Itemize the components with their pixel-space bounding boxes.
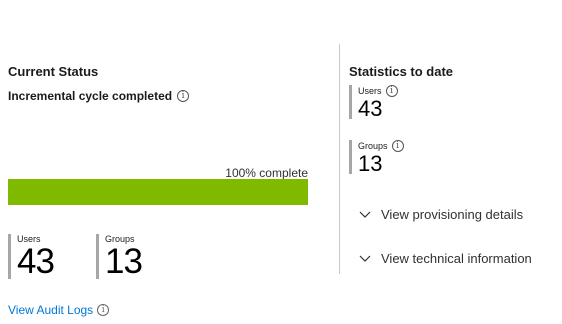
- info-icon[interactable]: i: [97, 304, 110, 316]
- stat-users-total-value: 43: [358, 96, 383, 121]
- view-technical-information-label[interactable]: View technical information: [381, 251, 532, 266]
- stat-groups: Groups 13: [96, 234, 143, 281]
- stat-groups-value: 13: [105, 242, 143, 281]
- info-icon[interactable]: i: [391, 140, 404, 152]
- cycle-status-label: Incremental cycle completed: [8, 89, 173, 103]
- stat-users: Users 43: [8, 234, 55, 281]
- section-divider: [339, 44, 340, 274]
- cycle-status: Incremental cycle completed i: [8, 89, 190, 103]
- view-technical-information-expander[interactable]: View technical information: [359, 251, 532, 266]
- current-status-title: Current Status: [8, 64, 99, 79]
- view-audit-logs-label[interactable]: View Audit Logs: [8, 303, 93, 317]
- progress-bar-fill: [8, 179, 308, 205]
- info-icon[interactable]: i: [177, 90, 190, 102]
- progress-label: 100% complete: [225, 166, 308, 180]
- stat-users-value: 43: [17, 242, 55, 281]
- view-audit-logs-link[interactable]: View Audit Logs i: [8, 303, 110, 317]
- stat-groups-total: Groups i 13: [349, 140, 404, 176]
- statistics-title: Statistics to date: [349, 64, 454, 79]
- view-provisioning-details-label[interactable]: View provisioning details: [381, 207, 523, 222]
- stat-groups-total-label: Groups: [358, 140, 388, 151]
- stat-users-total-label: Users: [358, 85, 382, 96]
- view-provisioning-details-expander[interactable]: View provisioning details: [359, 207, 523, 222]
- info-icon[interactable]: i: [385, 85, 398, 97]
- chevron-down-icon[interactable]: [359, 253, 371, 265]
- chevron-down-icon[interactable]: [359, 209, 371, 221]
- progress-bar: [8, 179, 308, 205]
- stat-groups-total-value: 13: [358, 151, 383, 176]
- stat-users-total: Users i 43: [349, 85, 398, 121]
